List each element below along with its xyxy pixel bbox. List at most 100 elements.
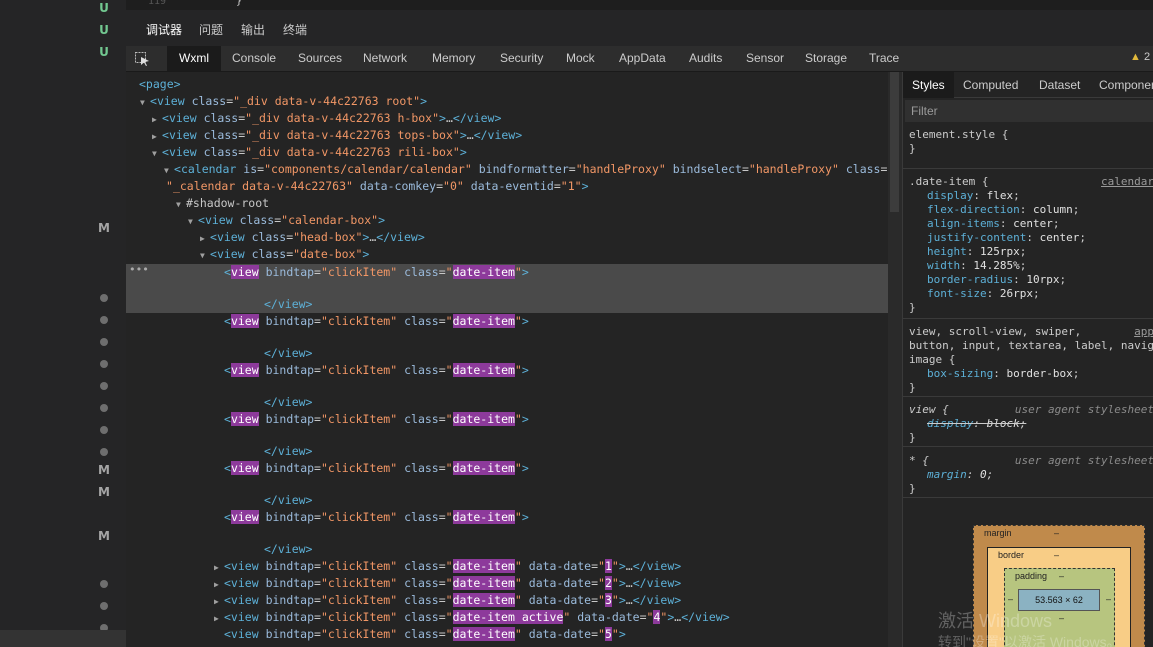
css-property[interactable]: justify-content: center;	[909, 231, 1148, 245]
line-number: 119	[148, 0, 167, 7]
warning-counter[interactable]: ▲ 2	[1130, 51, 1150, 63]
inspect-element-icon[interactable]	[135, 52, 150, 66]
modified-marker: M	[98, 221, 110, 235]
tree-node-date-item-close: </view>	[264, 444, 313, 458]
tab-console[interactable]: Console	[220, 46, 288, 71]
windows-activation-watermark: 激活 Windows	[938, 611, 1053, 631]
tab-output[interactable]: 输出	[241, 21, 265, 38]
tree-node-date-item-close: </view>	[264, 542, 313, 556]
collapse-triangle-icon[interactable]: ▶	[214, 576, 224, 593]
tree-node-date-box[interactable]: ▼ <view class="date-box">	[126, 246, 888, 263]
tree-node-date-item[interactable]: <view bindtap="clickItem" class="date-it…	[126, 411, 888, 428]
tab-sources[interactable]: Sources	[286, 46, 354, 71]
windows-activation-watermark-sub: 转到"设置"以激活 Windows。	[938, 634, 1121, 647]
tree-node-page[interactable]: <page>	[126, 76, 888, 93]
expand-triangle-icon[interactable]: ▼	[152, 145, 162, 162]
styles-tabs: Styles Computed Dataset Component Data	[903, 72, 1153, 118]
tree-node-head-box[interactable]: ▶ <view class="head-box">…</view>	[126, 229, 888, 246]
tab-storage[interactable]: Storage	[793, 46, 859, 71]
tree-node-dated-item[interactable]: ▶<view bindtap="clickItem" class="date-i…	[126, 609, 888, 626]
source-link-calendar[interactable]: calendar	[1101, 175, 1153, 189]
css-property[interactable]: display: flex;	[909, 189, 1148, 203]
styles-filter-input[interactable]: Filter	[905, 100, 1153, 122]
tab-debugger[interactable]: 调试器	[143, 21, 185, 50]
tree-node-rilibox[interactable]: ▼ <view class="_div data-v-44c22763 rili-…	[126, 144, 888, 161]
tree-node-dated-item[interactable]: ▶<view bindtap="clickItem" class="date-i…	[126, 575, 888, 592]
rule-app-box-sizing: view, scroll-view, swiper, button, input…	[903, 321, 1153, 397]
tree-node-date-item[interactable]: <view bindtap="clickItem" class="date-it…	[126, 264, 888, 281]
untracked-marker: U	[99, 1, 109, 15]
code-fragment: }	[236, 0, 243, 7]
tab-styles[interactable]: Styles	[903, 72, 954, 98]
expand-triangle-icon[interactable]: ▼	[164, 162, 174, 179]
tab-trace[interactable]: Trace	[857, 46, 911, 71]
css-property[interactable]: font-size: 26rpx;	[909, 287, 1148, 301]
css-property[interactable]: width: 14.285%;	[909, 259, 1148, 273]
warning-icon: ▲	[1130, 51, 1141, 63]
tree-node-calendar-cont: "_calendar data-v-44c22763" data-comkey=…	[166, 179, 589, 193]
tab-wxml[interactable]: Wxml	[167, 46, 221, 71]
modified-dot-icon	[100, 426, 108, 434]
untracked-marker: U	[99, 45, 109, 59]
tree-node-dated-item[interactable]: ▶<view bindtap="clickItem" class="date-i…	[126, 558, 888, 575]
explorer-gutter: UUUMMMM	[0, 0, 126, 647]
tree-scrollbar[interactable]	[888, 72, 902, 647]
tab-memory[interactable]: Memory	[420, 46, 487, 71]
tab-security[interactable]: Security	[488, 46, 555, 71]
tree-node-date-item-close: </view>	[264, 297, 313, 311]
expand-triangle-icon[interactable]: ▼	[188, 213, 198, 230]
expand-triangle-icon[interactable]: ▼	[200, 247, 210, 264]
tab-network[interactable]: Network	[351, 46, 419, 71]
modified-dot-icon	[100, 338, 108, 346]
tree-node-hbox[interactable]: ▶ <view class="_div data-v-44c22763 h-box…	[126, 110, 888, 127]
css-property[interactable]: height: 125rpx;	[909, 245, 1148, 259]
expand-triangle-icon[interactable]: ▼	[140, 94, 150, 111]
tab-terminal[interactable]: 终端	[283, 21, 307, 38]
collapse-triangle-icon[interactable]: ▶	[200, 230, 210, 247]
modified-dot-icon	[100, 316, 108, 324]
collapse-triangle-icon[interactable]: ▶	[152, 128, 162, 145]
tab-computed[interactable]: Computed	[954, 72, 1027, 98]
modified-dot-icon	[100, 382, 108, 390]
modified-dot-icon	[100, 602, 108, 610]
collapse-triangle-icon[interactable]: ▶	[152, 111, 162, 128]
collapse-triangle-icon[interactable]: ▶	[214, 610, 224, 627]
tab-problems[interactable]: 问题	[199, 21, 223, 38]
tree-node-date-item-close: </view>	[264, 395, 313, 409]
tree-node-date-item[interactable]: <view bindtap="clickItem" class="date-it…	[126, 362, 888, 379]
tab-audits[interactable]: Audits	[677, 46, 734, 71]
rule-element-style: element.style { }	[903, 124, 1153, 169]
modified-dot-icon	[100, 360, 108, 368]
tree-node-date-item-close: </view>	[264, 346, 313, 360]
editor-remnant: 119 }	[126, 0, 1153, 10]
tree-node-shadow-root[interactable]: ▼ #shadow-root	[126, 195, 888, 212]
tree-node-calendar[interactable]: ▼ <calendar is="components/calendar/calen…	[126, 161, 888, 178]
tree-node-calendar-box[interactable]: ▼ <view class="calendar-box">	[126, 212, 888, 229]
collapse-triangle-icon[interactable]: ▶	[214, 593, 224, 610]
modified-marker: M	[98, 485, 110, 499]
tree-node-dated-item[interactable]: ▶<view bindtap="clickItem" class="date-i…	[126, 626, 888, 643]
tab-dataset[interactable]: Dataset	[1030, 72, 1089, 98]
tree-node-date-item[interactable]: <view bindtap="clickItem" class="date-it…	[126, 509, 888, 526]
rule-view-user-agent: view { user agent stylesheet display: bl…	[903, 399, 1153, 447]
source-link-app[interactable]: app	[1134, 325, 1153, 339]
tree-node-date-item-close: </view>	[264, 493, 313, 507]
css-property[interactable]: flex-direction: column;	[909, 203, 1148, 217]
devtools-tabs: Wxml Console Sources Network Memory Secu…	[126, 46, 1153, 72]
tree-node-topsbox[interactable]: ▶ <view class="_div data-v-44c22763 tops-…	[126, 127, 888, 144]
tab-component-data[interactable]: Component Data	[1090, 72, 1153, 118]
tree-node-date-item[interactable]: <view bindtap="clickItem" class="date-it…	[126, 313, 888, 330]
tree-node-dated-item[interactable]: ▶<view bindtap="clickItem" class="date-i…	[126, 592, 888, 609]
css-property[interactable]: border-radius: 10rpx;	[909, 273, 1148, 287]
bottom-panel-tabs: 调试器 问题 输出 终端	[126, 10, 1153, 50]
tree-node-root[interactable]: ▼ <view class="_div data-v-44c22763 root"…	[126, 93, 888, 110]
tab-sensor[interactable]: Sensor	[734, 46, 796, 71]
tree-node-date-item[interactable]: <view bindtap="clickItem" class="date-it…	[126, 460, 888, 477]
tab-appdata[interactable]: AppData	[607, 46, 678, 71]
styles-pane: Styles Computed Dataset Component Data F…	[902, 72, 1153, 647]
collapse-triangle-icon[interactable]: ▶	[214, 559, 224, 576]
tab-mock[interactable]: Mock	[554, 46, 607, 71]
expand-triangle-icon[interactable]: ▼	[176, 196, 186, 213]
css-property[interactable]: align-items: center;	[909, 217, 1148, 231]
modified-dot-icon	[100, 580, 108, 588]
